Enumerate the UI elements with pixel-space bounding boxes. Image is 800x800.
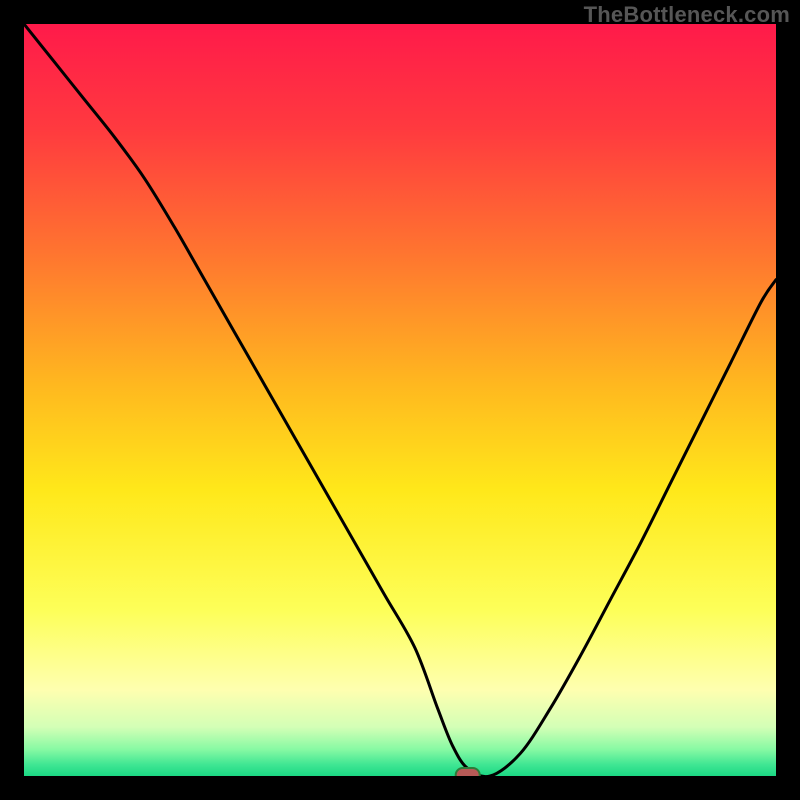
watermark-text: TheBottleneck.com [584,2,790,28]
chart-frame: TheBottleneck.com [0,0,800,800]
bottleneck-chart [24,24,776,776]
optimal-marker [456,768,480,776]
heat-background [24,24,776,776]
